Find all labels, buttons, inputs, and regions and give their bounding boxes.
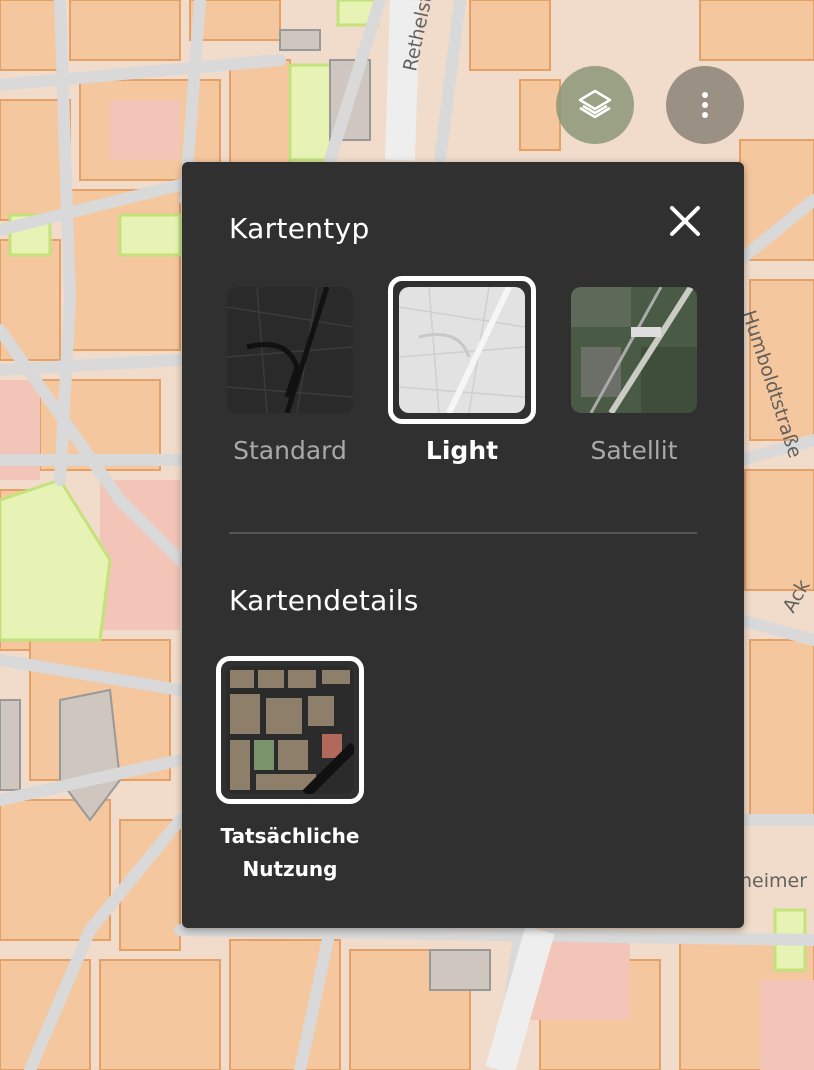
layers-button[interactable] (556, 66, 634, 144)
map-type-light-label: Light (425, 436, 499, 465)
more-vertical-icon (702, 92, 708, 118)
layers-icon (578, 89, 612, 119)
map-type-light[interactable]: Light (387, 276, 537, 465)
close-icon (670, 206, 700, 236)
actual-use-thumbnail (226, 666, 354, 794)
standard-thumbnail (227, 287, 353, 413)
map-detail-actual-use[interactable]: Tatsächliche Nutzung (216, 656, 364, 886)
map-type-satellit[interactable]: Satellit (559, 286, 709, 465)
divider (229, 532, 697, 534)
light-thumbnail (399, 287, 525, 413)
map-type-panel: Kartentyp Standard Light Satellit Karten… (182, 162, 744, 928)
map-type-heading: Kartentyp (229, 212, 370, 245)
street-label-heimer: heimer (740, 870, 808, 892)
map-type-satellit-label: Satellit (590, 436, 678, 465)
map-type-standard[interactable]: Standard (215, 286, 365, 465)
close-button[interactable] (666, 202, 704, 240)
map-details-heading: Kartendetails (229, 584, 419, 617)
satellite-thumbnail (571, 287, 697, 413)
map-detail-actual-use-label: Tatsächliche Nutzung (220, 824, 360, 881)
map-type-standard-label: Standard (233, 436, 347, 465)
more-options-button[interactable] (666, 66, 744, 144)
